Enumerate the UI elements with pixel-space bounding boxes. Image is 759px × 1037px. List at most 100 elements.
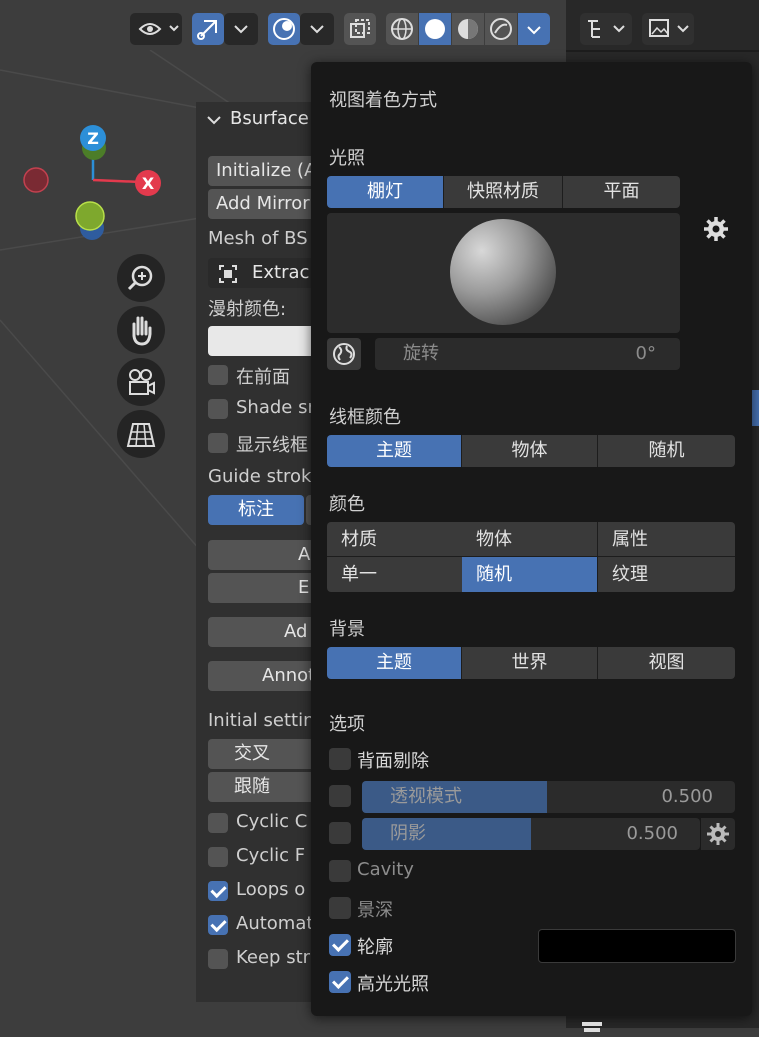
outline-label: 轮廓	[357, 937, 393, 958]
x-axis-label: X	[142, 174, 155, 193]
zoom-icon	[127, 265, 153, 291]
world-icon	[333, 343, 355, 365]
gizmo-icon	[197, 20, 217, 40]
add-mirror-button[interactable]: Add Mirror	[208, 189, 316, 219]
wireframe-color-selector: 主题 物体 随机	[327, 435, 735, 467]
backface-culling-checkbox[interactable]	[329, 748, 351, 770]
wire-theme-option[interactable]: 主题	[327, 435, 462, 467]
navigation-gizmo[interactable]: Z X	[15, 120, 175, 250]
specular-lighting-label: 高光光照	[357, 974, 429, 995]
bg-world-option[interactable]: 世界	[462, 647, 598, 679]
rotation-value: 0°	[635, 343, 656, 364]
keep-strokes-label: Keep str	[236, 947, 311, 968]
cyclic-cross-checkbox[interactable]	[208, 813, 228, 833]
color-material-option[interactable]: 材质	[327, 522, 463, 557]
shadow-value: 0.500	[626, 823, 678, 844]
depth-of-field-checkbox[interactable]	[329, 897, 351, 919]
display-mode-dropdown[interactable]	[580, 13, 632, 45]
rotation-field[interactable]: 旋转 0°	[375, 338, 680, 370]
perspective-toggle-button[interactable]	[117, 410, 165, 458]
btn-annotate[interactable]: Annot	[208, 661, 316, 691]
header-caret-icon[interactable]	[580, 1016, 604, 1032]
pan-button[interactable]	[117, 306, 165, 354]
keep-strokes-checkbox[interactable]	[208, 949, 228, 969]
color-texture-option[interactable]: 纹理	[598, 557, 735, 592]
panel-header[interactable]: Bsurface	[230, 108, 309, 129]
outline-checkbox[interactable]	[329, 934, 351, 956]
bg-theme-option[interactable]: 主题	[327, 647, 462, 679]
wire-object-option[interactable]: 物体	[462, 435, 598, 467]
follow-button[interactable]: 跟随	[208, 772, 316, 802]
studio-light-preview[interactable]	[327, 213, 680, 333]
zoom-button[interactable]	[117, 254, 165, 302]
cavity-checkbox[interactable]	[329, 860, 351, 882]
cyclic-follow-checkbox[interactable]	[208, 847, 228, 867]
guide-strokes-label: Guide strok	[208, 466, 312, 487]
neg-x-axis-handle[interactable]	[23, 167, 49, 193]
btn-a[interactable]: A	[208, 540, 316, 570]
specular-lighting-checkbox[interactable]	[329, 971, 351, 993]
wireframe-color-label: 线框颜色	[329, 407, 401, 428]
image-icon	[649, 19, 689, 37]
background-selector: 主题 世界 视图	[327, 647, 735, 679]
lighting-flat-option[interactable]: 平面	[563, 176, 680, 208]
xray-checkbox[interactable]	[329, 785, 351, 807]
diffuse-color-label: 漫射颜色:	[208, 299, 287, 320]
lighting-matcap-option[interactable]: 快照材质	[444, 176, 563, 208]
annotate-tab[interactable]: 标注	[208, 495, 304, 525]
y-axis-handle[interactable]	[75, 201, 105, 231]
in-front-label: 在前面	[236, 367, 290, 388]
wire-random-option[interactable]: 随机	[598, 435, 735, 467]
world-space-lighting-button[interactable]	[327, 338, 361, 370]
eye-icon	[138, 23, 179, 35]
hand-icon	[132, 316, 152, 346]
solid-shading-button[interactable]	[419, 13, 451, 45]
shading-dropdown[interactable]	[518, 13, 550, 45]
shadow-intensity-slider[interactable]: 阴影 0.500	[362, 818, 700, 850]
material-shading-button[interactable]	[452, 13, 484, 45]
bg-viewport-option[interactable]: 视图	[598, 647, 735, 679]
shadow-slider-fill	[362, 818, 531, 850]
btn-e[interactable]: E	[208, 573, 316, 603]
shadow-checkbox[interactable]	[329, 822, 351, 844]
in-front-checkbox[interactable]	[208, 365, 228, 385]
outliner-tree-icon	[588, 20, 625, 38]
color-single-option[interactable]: 单一	[327, 557, 463, 592]
outline-color-swatch[interactable]	[538, 929, 736, 963]
material-sphere-icon	[458, 19, 478, 39]
rotation-label: 旋转	[403, 343, 439, 364]
camera-view-button[interactable]	[117, 358, 165, 406]
color-object-option[interactable]: 物体	[462, 522, 598, 557]
gizmo-dropdown[interactable]	[224, 13, 258, 45]
xray-value: 0.500	[661, 786, 713, 807]
color-attribute-option[interactable]: 属性	[598, 522, 735, 557]
overlay-dropdown[interactable]	[300, 13, 334, 45]
loops-on-label: Loops o	[236, 879, 306, 900]
initialize-button[interactable]: Initialize (A	[208, 156, 316, 186]
color-random-option[interactable]: 随机	[462, 557, 598, 592]
cross-button[interactable]: 交叉	[208, 739, 316, 769]
gizmo-toggle-button[interactable]	[192, 13, 224, 45]
visibility-dropdown[interactable]	[130, 13, 182, 45]
show-wire-checkbox[interactable]	[208, 433, 228, 453]
extract-icon	[219, 265, 237, 283]
studio-light-settings-button[interactable]	[703, 216, 729, 242]
loops-on-checkbox[interactable]	[208, 881, 228, 901]
btn-add[interactable]: Ad	[208, 617, 316, 647]
diffuse-color-swatch[interactable]	[208, 326, 316, 356]
rendered-shading-button[interactable]	[485, 13, 517, 45]
wireframe-shading-button[interactable]	[386, 13, 418, 45]
filter-dropdown[interactable]	[642, 13, 694, 45]
initial-settings-label: Initial settin	[208, 710, 315, 731]
shading-popover: 视图着色方式 光照 棚灯 快照材质 平面 旋转 0° 线框颜色 主题 物体 随机…	[311, 62, 752, 1016]
shadow-settings-button[interactable]	[701, 818, 735, 850]
xray-alpha-slider[interactable]: 透视模式 0.500	[362, 781, 735, 813]
cyclic-cross-label: Cyclic C	[236, 811, 308, 832]
chevron-down-icon[interactable]	[206, 112, 222, 128]
xray-toggle-button[interactable]	[344, 13, 376, 45]
shade-smooth-checkbox[interactable]	[208, 399, 228, 419]
overlay-toggle-button[interactable]	[268, 13, 300, 45]
automatic-checkbox[interactable]	[208, 915, 228, 935]
viewport-header	[0, 0, 566, 50]
lighting-studio-option[interactable]: 棚灯	[327, 176, 444, 208]
